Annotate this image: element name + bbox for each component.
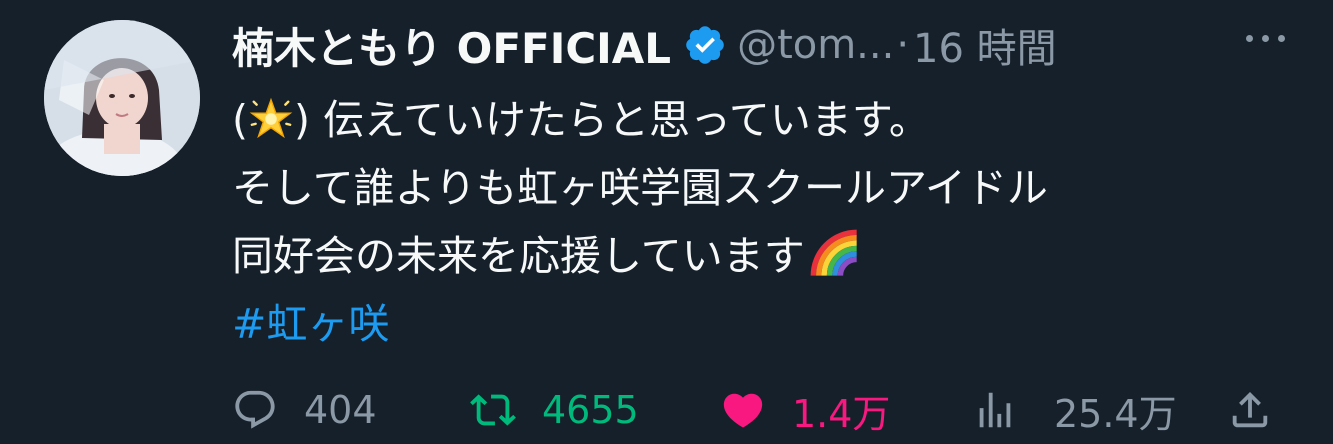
separator-dot: · xyxy=(896,22,910,68)
retweet-count: 4655 xyxy=(542,388,639,432)
tweet-line-2: そして誰よりも虹ヶ咲学園スクールアイドル xyxy=(232,164,1048,212)
tweet-timestamp[interactable]: 16 時間 xyxy=(913,16,1057,74)
verified-badge-icon[interactable] xyxy=(683,23,727,67)
more-options-icon[interactable] xyxy=(1246,16,1285,60)
reply-count: 404 xyxy=(304,388,377,432)
tweet-line-3: 同好会の未来を応援しています xyxy=(232,222,1292,290)
tweet-line-1: ( ) 伝えていけたらと思っています。 xyxy=(232,86,1292,154)
rainbow-emoji xyxy=(810,229,857,276)
views-button[interactable]: 25.4万 xyxy=(972,384,1177,436)
retweet-button[interactable]: 4655 xyxy=(470,384,639,436)
paren-close: ) xyxy=(294,96,310,144)
analytics-icon xyxy=(979,392,1011,428)
share-icon xyxy=(1232,391,1268,428)
reply-icon xyxy=(235,390,275,429)
hashtag-link[interactable]: #虹ヶ咲 xyxy=(232,290,1292,358)
action-bar: 404 4655 1.4万 25.4万 xyxy=(232,384,1292,436)
tweet-line-3-text: 同好会の未来を応援しています xyxy=(232,232,805,280)
share-button[interactable] xyxy=(1227,384,1273,436)
like-button[interactable]: 1.4万 xyxy=(720,384,890,436)
heart-icon xyxy=(723,393,763,428)
avatar-image xyxy=(44,20,200,176)
retweet-icon xyxy=(470,394,516,426)
reply-button[interactable]: 404 xyxy=(232,384,377,436)
like-count: 1.4万 xyxy=(792,391,891,436)
tweet-header: 楠木ともり OFFICIAL @tom... · 16 時間 xyxy=(232,14,1057,76)
tweet-line-1-text: 伝えていけたらと思っています。 xyxy=(310,96,930,144)
view-count: 25.4万 xyxy=(1054,391,1177,436)
tweet[interactable]: 楠木ともり OFFICIAL @tom... · 16 時間 ( ) 伝えていけ… xyxy=(0,0,1333,444)
paren-open: ( xyxy=(232,96,248,144)
glowing-star-emoji xyxy=(249,97,293,139)
display-name[interactable]: 楠木ともり OFFICIAL xyxy=(232,15,671,76)
tweet-text: ( ) 伝えていけたらと思っています。 そして誰よりも虹ヶ咲学園スクールアイドル… xyxy=(232,86,1292,358)
author-handle[interactable]: @tom... xyxy=(737,22,894,68)
avatar[interactable] xyxy=(44,20,200,176)
